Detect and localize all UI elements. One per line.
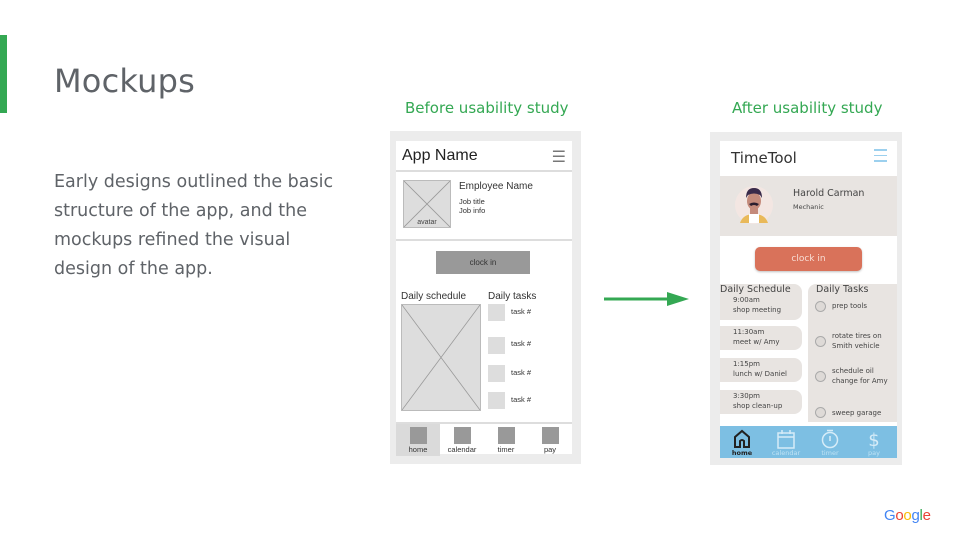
nav-home[interactable]: home bbox=[396, 424, 440, 456]
task-label: task # bbox=[511, 339, 532, 348]
logo-letter: e bbox=[922, 507, 931, 524]
task-label-line: rotate tires on bbox=[832, 332, 882, 340]
task-label: task # bbox=[511, 307, 532, 316]
wireframe-header: App Name ☰ bbox=[396, 141, 572, 172]
divider bbox=[396, 239, 572, 241]
accent-bar bbox=[0, 35, 7, 113]
schedule-item[interactable]: 3:30pm shop clean-up bbox=[720, 390, 802, 414]
task-label: schedule oil change for Amy bbox=[832, 366, 888, 386]
schedule-time: 9:00am bbox=[733, 296, 760, 304]
task-label-line: prep tools bbox=[832, 302, 868, 310]
wireframe-screen: App Name ☰ avatar Employee Name Job titl… bbox=[396, 141, 572, 456]
timer-icon-placeholder bbox=[497, 427, 515, 444]
logo-letter: g bbox=[911, 507, 920, 524]
home-icon bbox=[734, 429, 750, 448]
task-radio[interactable] bbox=[815, 336, 826, 347]
avatar bbox=[735, 186, 773, 224]
hamburger-menu-icon[interactable] bbox=[874, 149, 887, 166]
task-checkbox[interactable] bbox=[488, 392, 505, 409]
nav-label: home bbox=[408, 445, 428, 454]
nav-calendar[interactable]: calendar bbox=[764, 426, 808, 458]
mockup-bottom-nav: home calendar timer $ pay bbox=[720, 426, 897, 458]
nav-calendar[interactable]: calendar bbox=[440, 424, 484, 456]
hamburger-menu-icon[interactable]: ☰ bbox=[552, 147, 566, 167]
schedule-event: meet w/ Amy bbox=[733, 338, 780, 346]
avatar-placeholder: avatar bbox=[403, 180, 451, 228]
nav-label: pay bbox=[543, 445, 557, 454]
task-radio[interactable] bbox=[815, 301, 826, 312]
nav-timer[interactable]: timer bbox=[808, 426, 852, 458]
after-caption: After usability study bbox=[732, 99, 883, 117]
mockup-app-name: TimeTool bbox=[731, 149, 797, 167]
svg-text:$: $ bbox=[868, 430, 879, 449]
task-label: rotate tires on Smith vehicle bbox=[832, 331, 882, 351]
task-checkbox[interactable] bbox=[488, 365, 505, 382]
schedule-event: lunch w/ Daniel bbox=[733, 370, 787, 378]
employee-name: Employee Name bbox=[459, 181, 533, 192]
wireframe-app-name: App Name bbox=[402, 147, 478, 164]
arrow-right-icon bbox=[604, 292, 689, 306]
before-caption: Before usability study bbox=[405, 99, 569, 117]
task-label-line: schedule oil bbox=[832, 367, 874, 375]
task-checkbox[interactable] bbox=[488, 337, 505, 354]
nav-label: timer bbox=[821, 449, 839, 457]
mockup-screen: TimeTool Harold Carman Mechanic clock in… bbox=[720, 141, 897, 458]
task-label-line: change for Amy bbox=[832, 377, 888, 385]
clock-in-button[interactable]: clock in bbox=[755, 247, 862, 271]
task-radio[interactable] bbox=[815, 371, 826, 382]
profile-card: Harold Carman Mechanic bbox=[720, 176, 897, 236]
schedule-title: Daily Schedule bbox=[720, 284, 791, 295]
task-radio[interactable] bbox=[815, 407, 826, 418]
before-wireframe: App Name ☰ avatar Employee Name Job titl… bbox=[390, 131, 581, 464]
nav-label: calendar bbox=[771, 449, 801, 457]
job-title: Job title bbox=[459, 197, 485, 206]
schedule-time: 1:15pm bbox=[733, 360, 760, 368]
schedule-event: shop clean-up bbox=[733, 402, 783, 410]
job-info: Job info bbox=[459, 206, 486, 215]
task-label: task # bbox=[511, 368, 532, 377]
avatar-label: avatar bbox=[417, 219, 437, 226]
nav-label: timer bbox=[497, 445, 515, 454]
schedule-item[interactable]: 11:30am meet w/ Amy bbox=[720, 326, 802, 350]
nav-label: home bbox=[731, 449, 753, 457]
task-checkbox[interactable] bbox=[488, 304, 505, 321]
calendar-icon bbox=[777, 430, 795, 449]
clock-in-button[interactable]: clock in bbox=[436, 251, 530, 274]
task-label: task # bbox=[511, 395, 532, 404]
task-label-line: Smith vehicle bbox=[832, 342, 880, 350]
nav-pay[interactable]: $ pay bbox=[852, 426, 896, 458]
pay-icon-placeholder bbox=[541, 427, 559, 444]
nav-timer[interactable]: timer bbox=[484, 424, 528, 456]
dollar-icon: $ bbox=[868, 430, 879, 449]
nav-label: calendar bbox=[447, 445, 477, 454]
wireframe-bottom-nav: home calendar timer pay bbox=[396, 422, 572, 456]
nav-pay[interactable]: pay bbox=[528, 424, 572, 456]
task-label-line: sweep garage bbox=[832, 409, 882, 417]
slide-body-text: Early designs outlined the basic structu… bbox=[54, 172, 334, 279]
slide-title: Mockups bbox=[54, 62, 195, 100]
nav-home[interactable]: home bbox=[720, 426, 764, 458]
mockup-header: TimeTool bbox=[720, 141, 897, 176]
employee-name: Harold Carman bbox=[793, 188, 865, 199]
task-label: sweep garage bbox=[832, 408, 881, 418]
after-mockup: TimeTool Harold Carman Mechanic clock in… bbox=[710, 132, 902, 465]
nav-label: pay bbox=[868, 449, 880, 457]
task-label: prep tools bbox=[832, 301, 867, 311]
schedule-time: 3:30pm bbox=[733, 392, 760, 400]
calendar-icon-placeholder bbox=[453, 427, 471, 444]
employee-role: Mechanic bbox=[793, 203, 824, 211]
schedule-title: Daily schedule bbox=[401, 291, 467, 302]
home-icon-placeholder bbox=[409, 427, 427, 444]
tasks-title: Daily Tasks bbox=[816, 284, 869, 295]
schedule-item[interactable]: 1:15pm lunch w/ Daniel bbox=[720, 358, 802, 382]
google-logo: Google bbox=[884, 507, 931, 524]
schedule-placeholder bbox=[401, 304, 481, 411]
timer-icon bbox=[821, 429, 839, 449]
schedule-time: 11:30am bbox=[733, 328, 765, 336]
schedule-event: shop meeting bbox=[733, 306, 782, 314]
logo-letter: G bbox=[884, 507, 896, 524]
tasks-title: Daily tasks bbox=[488, 291, 537, 302]
placeholder-cross-icon bbox=[401, 304, 481, 411]
